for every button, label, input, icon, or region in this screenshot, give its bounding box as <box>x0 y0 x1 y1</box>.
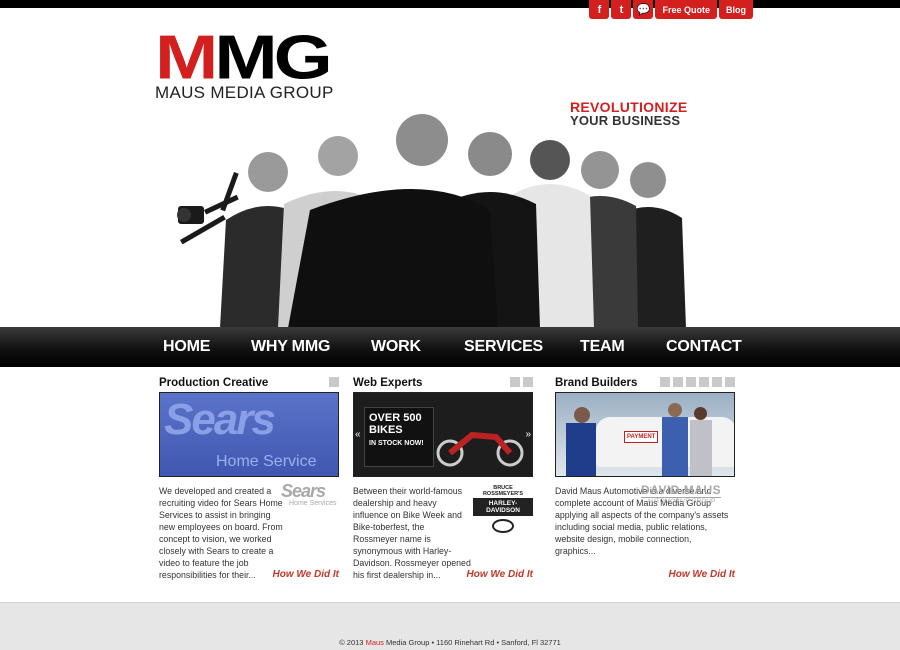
brand-builders-card: Brand Builders PAYMENT DAVID MAUS AUTOMO… <box>555 377 735 580</box>
web-experts-card: Web Experts OVER 500 BIKES IN STOCK NOW!… <box>353 377 533 581</box>
nav-contact[interactable]: CONTACT <box>666 338 742 356</box>
nav-home[interactable]: HOME <box>163 338 210 356</box>
how-we-did-it-link[interactable]: How We Did It <box>273 569 339 580</box>
free-quote-button[interactable]: Free Quote <box>655 0 717 19</box>
card-body: Between their world-famous dealership an… <box>353 486 471 580</box>
site-logo[interactable]: M M G MAUS MEDIA GROUP <box>155 22 335 103</box>
logo-mark: M M G <box>155 22 333 93</box>
how-we-did-it-link[interactable]: How We Did It <box>669 569 735 580</box>
nav-services[interactable]: SERVICES <box>464 338 543 356</box>
facebook-icon[interactable]: f <box>589 0 610 19</box>
twitter-icon[interactable]: t <box>611 0 632 19</box>
main-nav: HOME WHY MMG WORK SERVICES TEAM CONTACT <box>0 327 900 367</box>
motorcycle-icon <box>436 431 524 467</box>
top-bar <box>0 0 900 8</box>
card-body: We developed and created a recruiting vi… <box>159 486 283 580</box>
web-icons <box>510 377 533 387</box>
sears-thumbnail[interactable]: Sears Home Service <box>159 392 339 477</box>
harley-davidson-logo: BRUCE ROSSMEYER'S HARLEY-DAVIDSON <box>473 485 533 533</box>
chat-icon[interactable]: 💬 <box>633 0 654 19</box>
david-maus-thumbnail[interactable]: PAYMENT <box>555 392 735 477</box>
sears-logo: Sears Home Services <box>281 481 337 507</box>
nav-team[interactable]: TEAM <box>580 338 625 356</box>
nav-why-mmg[interactable]: WHY MMG <box>251 338 330 356</box>
card-title: Production Creative <box>159 377 269 389</box>
how-we-did-it-link[interactable]: How We Did It <box>467 569 533 580</box>
david-maus-logo: DAVID MAUS AUTOMOTIVE GROUP <box>641 483 722 505</box>
film-icon <box>329 377 339 387</box>
blog-button[interactable]: Blog <box>719 0 753 19</box>
top-actions: f t 💬 Free Quote Blog <box>589 0 753 19</box>
carousel-next-icon[interactable]: » <box>525 429 531 440</box>
team-photo <box>177 114 686 328</box>
brand-icons <box>660 377 735 387</box>
page: f t 💬 Free Quote Blog M M G MAUS MEDIA G… <box>0 0 900 650</box>
production-creative-card: Production Creative Sears Home Service S… <box>159 377 339 581</box>
carousel-prev-icon[interactable]: « <box>355 429 361 440</box>
footer: © 2013 Maus Media Group • 1160 Rinehart … <box>0 602 900 650</box>
nav-work[interactable]: WORK <box>371 338 421 356</box>
card-title: Web Experts <box>353 377 423 389</box>
rossmeyer-thumbnail[interactable]: OVER 500 BIKES IN STOCK NOW! « » <box>353 392 533 477</box>
footer-copyright: © 2013 Maus Media Group • 1160 Rinehart … <box>339 638 561 647</box>
